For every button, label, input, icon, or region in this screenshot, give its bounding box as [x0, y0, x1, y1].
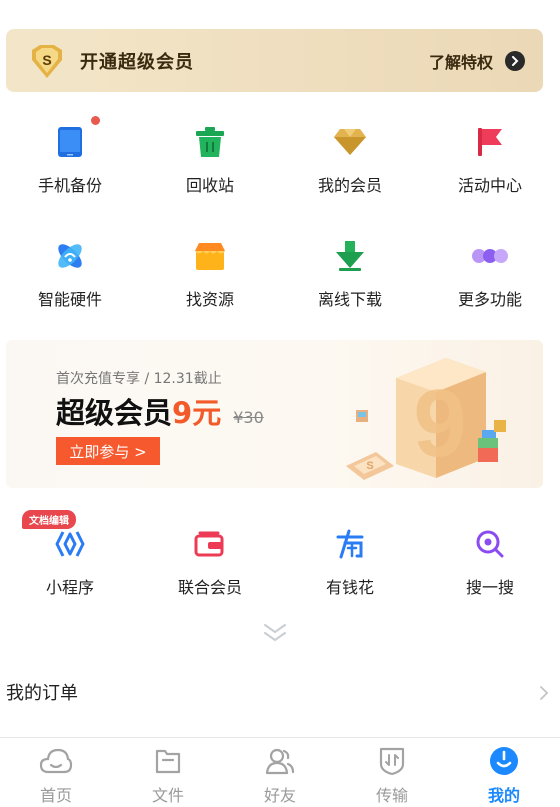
tool-offline-download[interactable]: 离线下载 [280, 236, 420, 310]
tool-search[interactable]: 搜一搜 [420, 524, 560, 598]
diamond-icon [330, 122, 370, 162]
chevron-right-icon [538, 685, 550, 700]
tool-find-resources[interactable]: 找资源 [140, 236, 280, 310]
promo-headline: 超级会员 9元 ¥30 [56, 390, 264, 432]
mini-program-icon [50, 524, 90, 564]
download-arrow-icon [330, 236, 370, 276]
tools-grid-row2: 智能硬件 找资源 离线下载 更多功能 [0, 236, 560, 310]
tool-label: 搜一搜 [465, 578, 514, 597]
tab-mine[interactable]: 我的 [448, 738, 560, 807]
tool-label: 我的会员 [317, 176, 382, 195]
tool-label: 回收站 [185, 176, 234, 195]
tool-label: 活动中心 [457, 176, 522, 195]
tab-friends[interactable]: 好友 [224, 738, 336, 807]
tool-mini-program[interactable]: 文档编辑 小程序 [0, 510, 140, 598]
promo-nine-illustration-icon: S 9 [346, 358, 506, 480]
svg-text:S: S [366, 460, 373, 472]
tab-files[interactable]: 文件 [112, 738, 224, 807]
finance-icon [330, 524, 370, 564]
cloud-home-icon [39, 745, 73, 777]
vip-badge-letter: S [42, 52, 51, 68]
tool-label: 更多功能 [457, 290, 522, 309]
promo-art-number: 9 [413, 370, 466, 477]
vip-privileges-link[interactable]: 了解特权 [429, 49, 493, 73]
tool-joint-membership[interactable]: 联合会员 [140, 524, 280, 598]
smart-hardware-icon [50, 236, 90, 276]
flag-icon [470, 122, 510, 162]
more-dots-icon [470, 236, 510, 276]
chevron-right-icon[interactable] [505, 50, 525, 71]
tool-label: 手机备份 [37, 176, 102, 195]
vip-banner-title: 开通超级会员 [80, 51, 194, 73]
my-orders-row[interactable]: 我的订单 [0, 670, 560, 714]
tool-recycle-bin[interactable]: 回收站 [140, 122, 280, 196]
promo-card[interactable]: 首次充值专享 / 12.31截止 超级会员 9元 ¥30 立即参与 > S 9 [6, 340, 543, 488]
wallet-card-icon [190, 524, 230, 564]
tools-grid-row1: 手机备份 回收站 我的会员 活动中心 [0, 116, 560, 196]
tool-label: 离线下载 [317, 290, 382, 309]
promo-join-button[interactable]: 立即参与 > [56, 437, 160, 465]
tab-home[interactable]: 首页 [0, 738, 112, 807]
vip-banner[interactable]: S 开通超级会员 了解特权 [6, 29, 543, 92]
tab-label: 首页 [39, 786, 72, 805]
promo-subtitle: 首次充值专享 / 12.31截止 [56, 371, 222, 387]
my-orders-title: 我的订单 [6, 683, 78, 704]
promo-price: 9元 [172, 396, 222, 430]
tool-smart-hardware[interactable]: 智能硬件 [0, 236, 140, 310]
tools-grid-row3: 文档编辑 小程序 联合会员 有钱花 搜一搜 [0, 510, 560, 598]
promo-original-price: ¥30 [233, 408, 264, 427]
bottom-tab-bar: 首页 文件 好友 传输 我的 [0, 737, 560, 807]
tool-activity-center[interactable]: 活动中心 [420, 122, 560, 196]
tool-phone-backup[interactable]: 手机备份 [0, 116, 140, 196]
profile-icon [487, 745, 521, 777]
friends-icon [263, 745, 297, 777]
tool-label: 联合会员 [177, 578, 242, 597]
phone-backup-icon [50, 116, 100, 162]
tool-label: 有钱花 [325, 578, 374, 597]
vip-diamond-badge-icon: S [28, 44, 66, 78]
tool-label: 找资源 [185, 290, 234, 309]
store-icon [190, 236, 230, 276]
tab-label: 我的 [487, 786, 520, 805]
search-icon [470, 524, 510, 564]
feature-tag-badge: 文档编辑 [22, 510, 76, 529]
tool-more-features[interactable]: 更多功能 [420, 236, 560, 310]
tool-youqianhua[interactable]: 有钱花 [280, 524, 420, 598]
notification-dot [91, 116, 100, 125]
tool-label: 智能硬件 [37, 290, 102, 309]
tab-label: 传输 [375, 786, 408, 805]
tab-label: 好友 [263, 786, 296, 805]
promo-headline-text: 超级会员 [56, 396, 173, 430]
tool-label: 小程序 [45, 578, 94, 597]
recycle-bin-icon [190, 122, 230, 162]
tab-transfer[interactable]: 传输 [336, 738, 448, 807]
expand-chevron-icon[interactable] [262, 622, 288, 644]
tool-my-membership[interactable]: 我的会员 [280, 122, 420, 196]
transfer-icon [375, 745, 409, 777]
folder-icon [151, 745, 185, 777]
tab-label: 文件 [151, 786, 184, 805]
